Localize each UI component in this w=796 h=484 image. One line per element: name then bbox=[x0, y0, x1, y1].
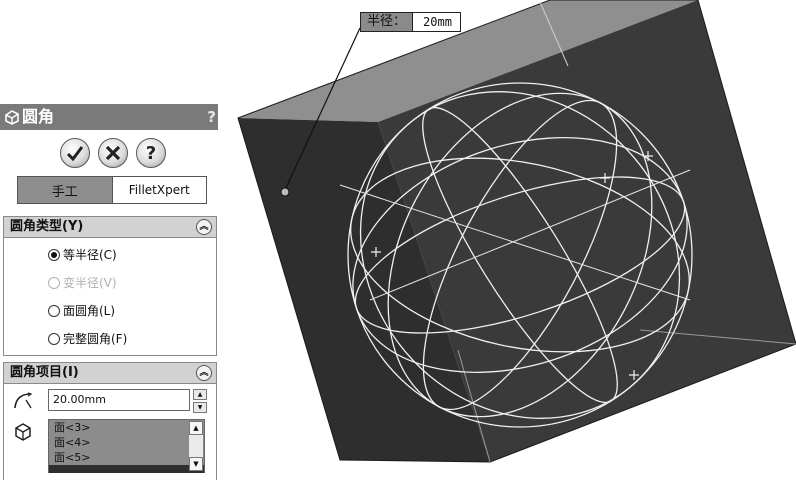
callout-anchor-dot[interactable] bbox=[280, 187, 290, 197]
radio-icon bbox=[48, 333, 60, 345]
radio-icon bbox=[48, 305, 60, 317]
radio-label: 完整圆角(F) bbox=[63, 332, 128, 346]
radius-callout[interactable]: 半径： 20mm bbox=[360, 12, 461, 32]
list-item[interactable]: 面<4> bbox=[49, 435, 204, 450]
radio-checked-icon bbox=[48, 249, 60, 261]
fillet-items-group: 圆角项目(I) ︽ 20.00mm ▲ ▼ 面<3> 面<4> 面<5> ▲ ▼ bbox=[3, 362, 217, 480]
radio-label: 变半径(V) bbox=[63, 276, 117, 290]
model-view[interactable] bbox=[220, 0, 796, 480]
check-icon bbox=[66, 146, 84, 162]
spin-up-icon[interactable]: ▲ bbox=[193, 389, 207, 400]
fillet-property-manager: 圆角 ? ? 手工 FilletXpert 圆角类型(Y) ︽ 等半径(C) 变… bbox=[0, 104, 218, 480]
radio-full-round[interactable]: 完整圆角(F) bbox=[48, 329, 127, 349]
fillet-feature-icon bbox=[5, 110, 19, 125]
scroll-up-icon[interactable]: ▲ bbox=[189, 421, 203, 435]
fillet-type-header[interactable]: 圆角类型(Y) ︽ bbox=[4, 217, 216, 238]
list-item-partial[interactable] bbox=[49, 465, 204, 473]
collapse-icon[interactable]: ︽ bbox=[196, 365, 212, 381]
graphics-viewport[interactable]: 半径： 20mm bbox=[220, 0, 796, 480]
radio-disabled-icon bbox=[48, 277, 60, 289]
spin-down-icon[interactable]: ▼ bbox=[193, 402, 207, 413]
mode-tabs: 手工 FilletXpert bbox=[17, 176, 207, 204]
help-icon: ? bbox=[145, 142, 157, 164]
tab-filletxpert[interactable]: FilletXpert bbox=[113, 177, 207, 203]
radio-label: 面圆角(L) bbox=[63, 304, 116, 318]
tab-manual[interactable]: 手工 bbox=[18, 177, 113, 203]
collapse-icon[interactable]: ︽ bbox=[196, 219, 212, 235]
scroll-down-icon[interactable]: ▼ bbox=[189, 457, 203, 471]
fillet-items-header[interactable]: 圆角项目(I) ︽ bbox=[4, 363, 216, 384]
callout-label: 半径： bbox=[361, 13, 414, 31]
help-button[interactable]: ? bbox=[136, 138, 166, 168]
ok-button[interactable] bbox=[60, 138, 90, 168]
list-scrollbar[interactable]: ▲ ▼ bbox=[189, 421, 203, 471]
cube-icon bbox=[15, 423, 31, 441]
radius-input[interactable]: 20.00mm bbox=[48, 389, 190, 411]
fillet-items-title: 圆角项目(I) bbox=[10, 365, 79, 380]
radio-constant-radius[interactable]: 等半径(C) bbox=[48, 245, 117, 265]
radius-spinner[interactable]: ▲ ▼ bbox=[193, 389, 207, 413]
radius-icon bbox=[14, 392, 33, 409]
radio-face-fillet[interactable]: 面圆角(L) bbox=[48, 301, 115, 321]
fillet-type-title: 圆角类型(Y) bbox=[10, 219, 84, 234]
faces-listbox[interactable]: 面<3> 面<4> 面<5> ▲ ▼ bbox=[48, 419, 205, 473]
radio-label: 等半径(C) bbox=[63, 248, 117, 262]
list-item[interactable]: 面<3> bbox=[49, 420, 204, 435]
callout-value[interactable]: 20mm bbox=[413, 13, 460, 31]
panel-title: 圆角 bbox=[22, 107, 55, 126]
fillet-type-group: 圆角类型(Y) ︽ 等半径(C) 变半径(V) 面圆角(L) 完整圆角(F) bbox=[3, 216, 217, 356]
title-help-icon[interactable]: ? bbox=[207, 104, 216, 130]
x-icon bbox=[105, 145, 121, 161]
cancel-button[interactable] bbox=[98, 138, 128, 168]
panel-title-bar: 圆角 ? bbox=[0, 104, 218, 130]
list-item[interactable]: 面<5> bbox=[49, 450, 204, 465]
radio-variable-radius: 变半径(V) bbox=[48, 273, 117, 293]
action-buttons: ? bbox=[0, 138, 218, 172]
